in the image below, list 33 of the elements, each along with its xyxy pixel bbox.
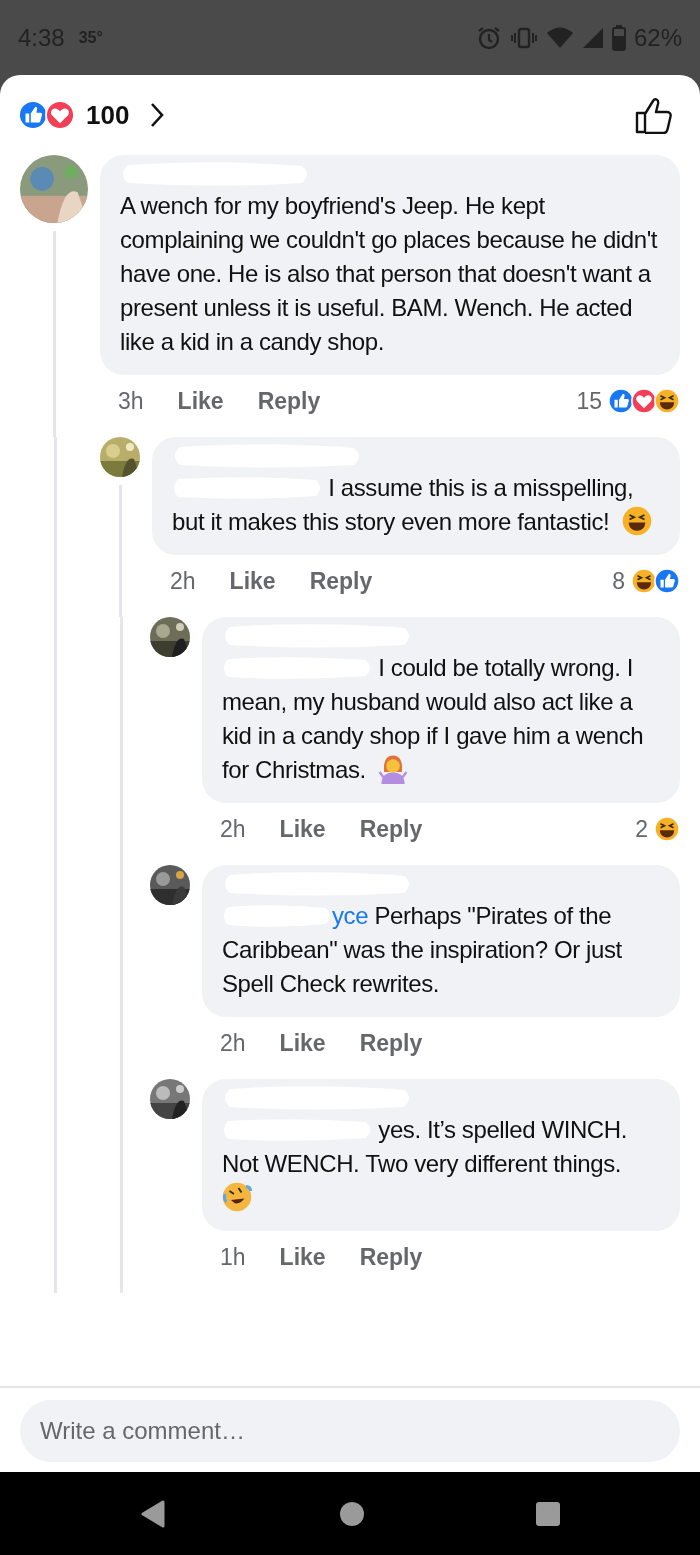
recent-apps-icon[interactable] (535, 1500, 561, 1527)
comment-text: yes. It’s spelled WINCH. Not WENCH. Two very different things. (222, 1113, 660, 1215)
comment-input-field[interactable]: Write a comment… (20, 1400, 680, 1462)
like-link[interactable]: Like (279, 815, 326, 843)
reactions-summary[interactable]: 100 (18, 99, 166, 131)
reply-link[interactable]: Reply (309, 567, 373, 595)
like-link[interactable]: Like (279, 1029, 326, 1057)
like-link[interactable]: Like (229, 567, 276, 595)
reply-link[interactable]: Reply (359, 1243, 423, 1271)
mention-link[interactable]: yce (332, 902, 369, 929)
reaction-count: 2 (635, 815, 648, 843)
comment-text: I could be totally wrong. I mean, my husband would also act like a kid in a candy shop if I gave him a wench for Christmas. (222, 653, 645, 786)
like-link[interactable]: Like (177, 387, 224, 415)
comment-time: 2h (220, 815, 246, 843)
signal-icon (581, 26, 604, 49)
comment-time: 1h (220, 1243, 246, 1271)
comment-time: 2h (170, 567, 196, 595)
comment-text: A wench for my boyfriend's Jeep. He kept complaining we couldn't go places because he didn't have one. He is also that person that doesn't want a present unless it is useful. BAM. Wench. He acted like a kid in a candy shop. (120, 191, 659, 357)
home-icon[interactable] (339, 1500, 365, 1527)
reaction-count: 15 (576, 387, 602, 415)
chevron-right-icon (149, 101, 166, 129)
comment-text: I assume this is a misspelling, but it makes this story even more fantastic! (172, 471, 660, 539)
comment-time: 3h (118, 387, 144, 415)
wifi-icon (545, 25, 574, 50)
like-icon[interactable] (634, 96, 674, 134)
reply-link[interactable]: Reply (359, 1029, 423, 1057)
like-link[interactable]: Like (279, 1243, 326, 1271)
reply-link[interactable]: Reply (257, 387, 321, 415)
reply-link[interactable]: Reply (359, 815, 423, 843)
reaction-count: 8 (612, 567, 625, 595)
comment-text: yce Perhaps "Pirates of the Caribbean" was the inspiration? Or just Spell Check rewrites. (222, 901, 623, 999)
battery-icon (611, 24, 626, 51)
comment-time: 2h (220, 1029, 246, 1057)
